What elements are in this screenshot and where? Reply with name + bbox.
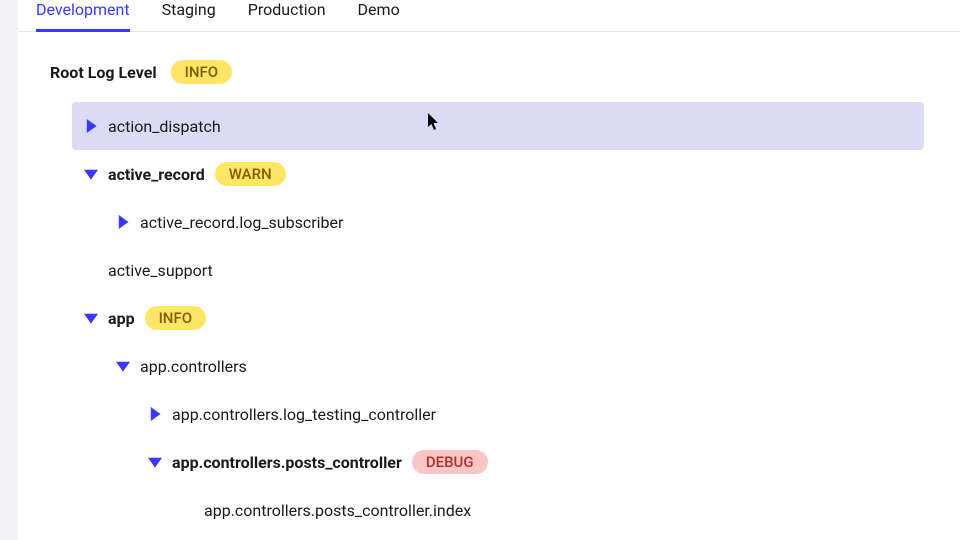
tree-item-label: active_record.log_subscriber bbox=[140, 213, 343, 232]
tree-item-label: app.controllers.posts_controller.index bbox=[204, 501, 471, 520]
tab-label: Development bbox=[36, 0, 130, 19]
root-log-level-badge[interactable]: INFO bbox=[171, 60, 233, 84]
environment-tabs: Development Staging Production Demo bbox=[0, 0, 960, 32]
tab-development[interactable]: Development bbox=[36, 0, 130, 32]
caret-down-icon bbox=[84, 311, 98, 325]
tree-item-label: app.controllers.log_testing_controller bbox=[172, 405, 436, 424]
caret-down-icon bbox=[116, 359, 130, 373]
tree-row-app-controllers-posts-index[interactable]: app.controllers.posts_controller.index bbox=[168, 486, 924, 534]
root-log-level-label: Root Log Level bbox=[50, 63, 157, 82]
tree-row-app-controllers-log-testing[interactable]: app.controllers.log_testing_controller bbox=[136, 390, 924, 438]
caret-right-icon bbox=[116, 215, 130, 229]
tab-production[interactable]: Production bbox=[248, 0, 326, 31]
tree-row-active-record[interactable]: active_record WARN bbox=[72, 150, 924, 198]
tree-item-label: app bbox=[108, 309, 135, 328]
tree-row-action-dispatch[interactable]: action_dispatch bbox=[72, 102, 924, 150]
tree-row-app-controllers-posts[interactable]: app.controllers.posts_controller DEBUG bbox=[136, 438, 924, 486]
log-level-badge[interactable]: DEBUG bbox=[412, 450, 488, 474]
tree-item-label: app.controllers bbox=[140, 357, 247, 376]
tree-item-label: active_support bbox=[108, 261, 213, 280]
tab-staging[interactable]: Staging bbox=[162, 0, 216, 31]
tab-label: Demo bbox=[358, 0, 400, 19]
tree-item-label: app.controllers.posts_controller bbox=[172, 453, 402, 472]
caret-down-icon bbox=[148, 455, 162, 469]
empty-icon-spacer bbox=[180, 503, 194, 517]
tree-item-label: active_record bbox=[108, 165, 205, 184]
root-log-level-row: Root Log Level INFO bbox=[50, 60, 924, 84]
caret-right-icon bbox=[148, 407, 162, 421]
tree-row-active-support[interactable]: active_support bbox=[72, 246, 924, 294]
empty-icon-spacer bbox=[84, 263, 98, 277]
tree-row-active-record-log-subscriber[interactable]: active_record.log_subscriber bbox=[104, 198, 924, 246]
caret-right-icon bbox=[84, 119, 98, 133]
tree-row-app-controllers[interactable]: app.controllers bbox=[104, 342, 924, 390]
tab-label: Production bbox=[248, 0, 326, 19]
log-level-badge[interactable]: WARN bbox=[215, 162, 286, 186]
log-level-badge[interactable]: INFO bbox=[145, 306, 207, 330]
tree-item-label: action_dispatch bbox=[108, 117, 221, 136]
log-tree: action_dispatch active_record WARN activ… bbox=[56, 102, 924, 534]
caret-down-icon bbox=[84, 167, 98, 181]
tab-label: Staging bbox=[162, 0, 216, 19]
tree-row-app[interactable]: app INFO bbox=[72, 294, 924, 342]
tab-demo[interactable]: Demo bbox=[358, 0, 400, 31]
